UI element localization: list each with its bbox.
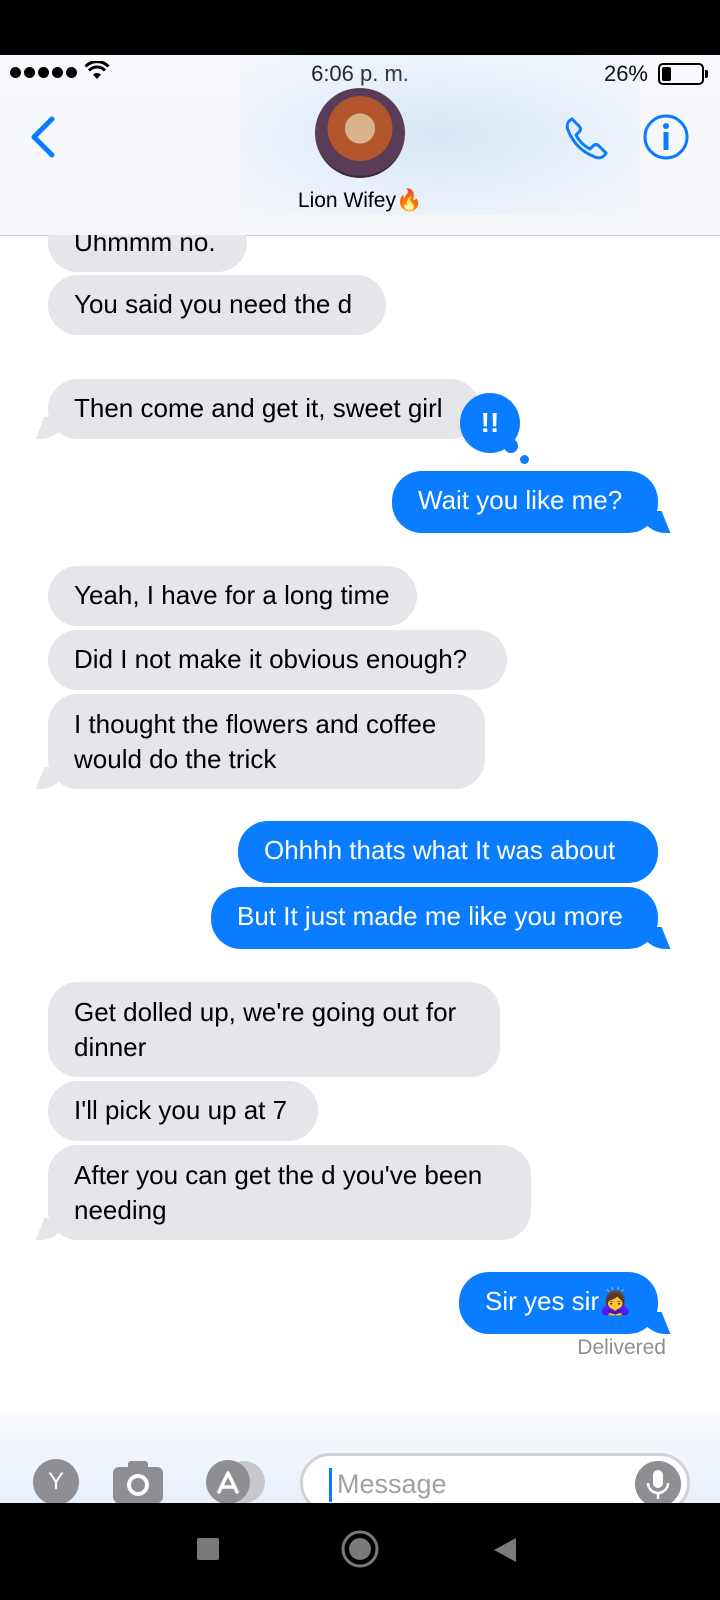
battery-icon (658, 63, 708, 85)
message-outgoing: Wait you like me? (392, 471, 658, 533)
message-incoming: I'll pick you up at 7 (48, 1081, 318, 1141)
delivered-status: Delivered (577, 1336, 666, 1359)
conversation-header: 6:06 p. m. 26% Lion Wifey🔥 (0, 55, 720, 236)
message-placeholder: Message (337, 1469, 447, 1499)
android-navigation-bar (0, 1503, 720, 1600)
battery-percentage: 26% (603, 61, 648, 86)
microphone-icon[interactable] (635, 1461, 681, 1503)
contact-avatar[interactable] (315, 88, 405, 178)
camera-icon[interactable] (112, 1459, 164, 1503)
tapback-tail (504, 439, 518, 453)
message-outgoing: But It just made me like you more (211, 887, 658, 949)
message-incoming: Get dolled up, we're going out for dinner (48, 982, 500, 1077)
phone-call-icon[interactable] (562, 113, 612, 163)
tapback-tail (520, 455, 529, 464)
message-incoming: Uhmmm no. (48, 235, 247, 272)
message-outgoing: Ohhhh thats what It was about (238, 821, 658, 883)
home-circle-icon[interactable] (340, 1529, 380, 1569)
messages-screen: 6:06 p. m. 26% Lion Wifey🔥 Uhmmm no. You… (0, 55, 720, 1503)
recents-square-icon[interactable] (195, 1536, 221, 1562)
app-store-icon[interactable] (205, 1459, 267, 1503)
message-incoming: After you can get the d you've been needi… (48, 1145, 531, 1240)
info-icon[interactable] (642, 113, 690, 161)
message-incoming: Then come and get it, sweet girl (48, 379, 480, 439)
contact-name[interactable]: Lion Wifey🔥 (0, 189, 720, 213)
message-incoming: You said you need the d (48, 275, 386, 335)
back-triangle-icon[interactable] (492, 1536, 518, 1564)
back-chevron-icon[interactable] (28, 115, 58, 159)
message-incoming: Did I not make it obvious enough? (48, 630, 507, 690)
message-outgoing: Sir yes sir🙇‍♀️ (459, 1272, 658, 1334)
text-cursor (329, 1468, 332, 1502)
message-input[interactable]: Message (300, 1453, 690, 1503)
message-incoming: Yeah, I have for a long time (48, 566, 417, 626)
message-thread[interactable]: Uhmmm no. You said you need the d Then c… (0, 235, 720, 1445)
compose-bar: Y Message (0, 1415, 720, 1503)
app-drawer-button[interactable]: Y (33, 1459, 79, 1503)
message-incoming: I thought the flowers and coffee would do… (48, 694, 485, 789)
